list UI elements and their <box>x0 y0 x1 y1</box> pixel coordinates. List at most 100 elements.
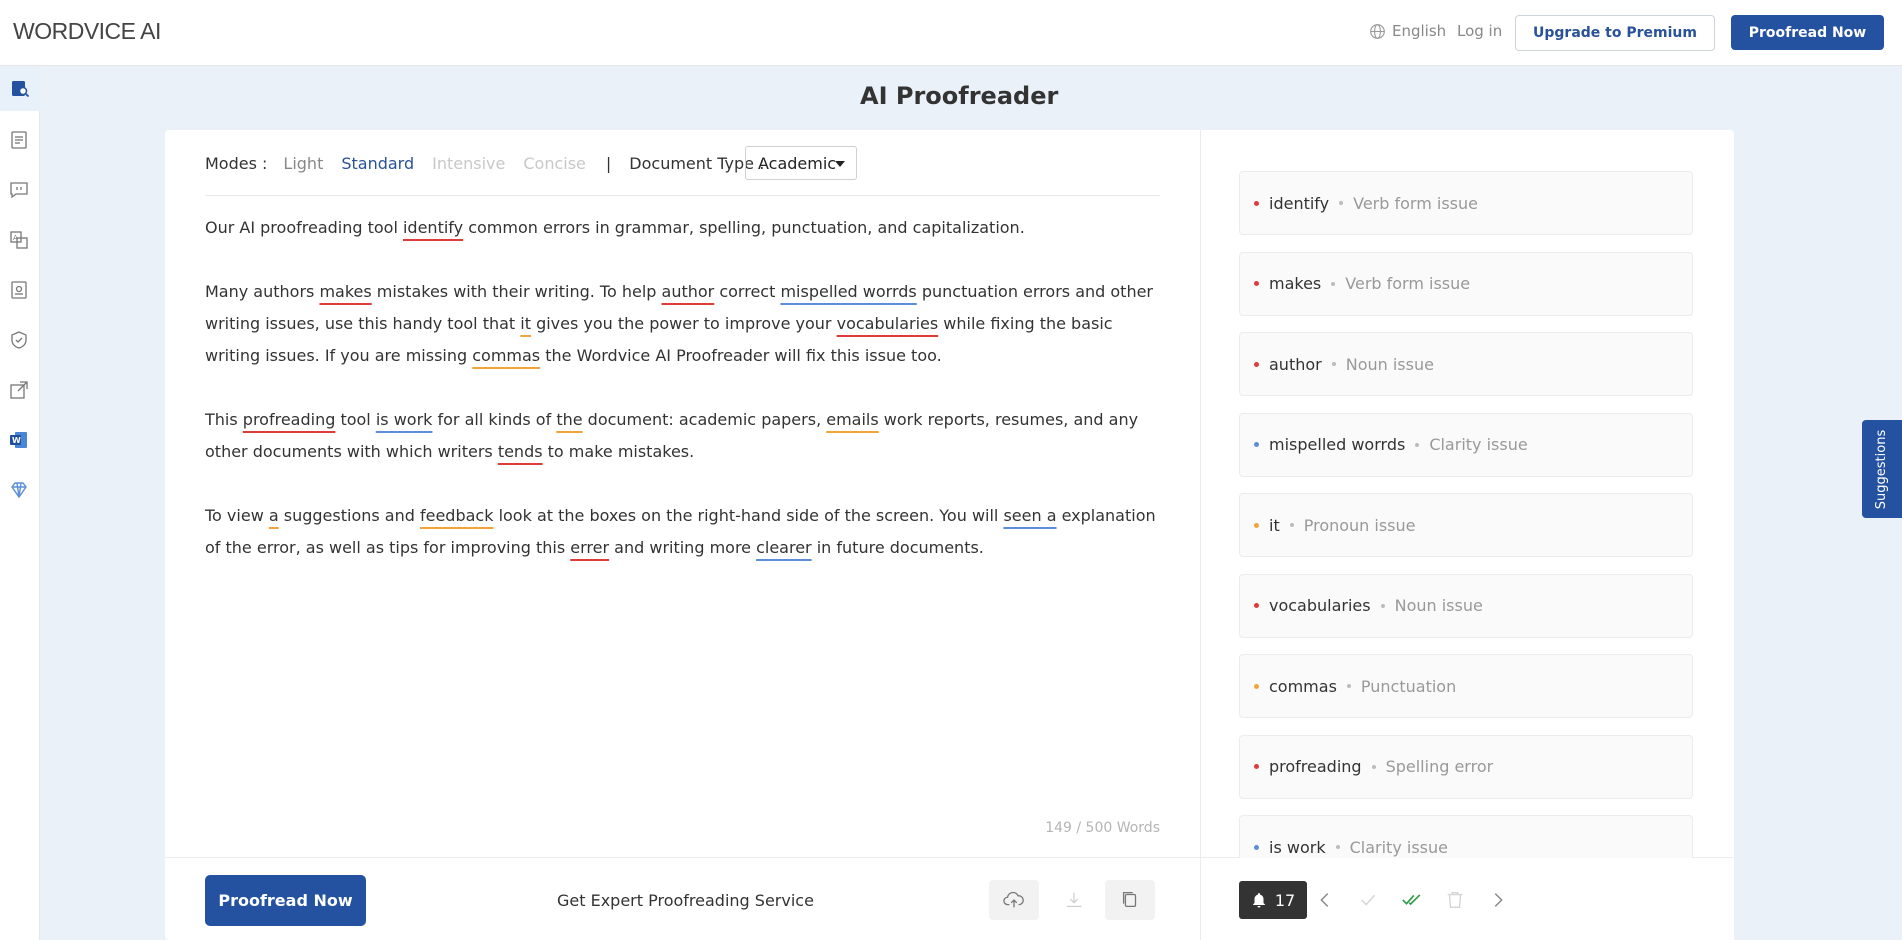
document-text[interactable]: Our AI proofreading tool identify common… <box>205 212 1160 596</box>
proofreader-icon[interactable] <box>0 67 40 111</box>
previous-button[interactable] <box>1312 887 1338 913</box>
document-paragraph[interactable]: To view a suggestions and feedback look … <box>205 500 1160 564</box>
text-segment: look at the boxes on the right-hand side… <box>493 506 1004 525</box>
suggestion-word: author <box>1269 354 1322 374</box>
separator-dot-icon <box>1415 442 1420 447</box>
separator-dot-icon <box>1380 603 1385 608</box>
suggestion-word: vocabularies <box>1269 596 1371 615</box>
accept-button[interactable] <box>1355 887 1381 913</box>
bell-icon <box>1252 893 1265 908</box>
download-icon <box>1066 892 1082 908</box>
language-selector[interactable]: English <box>1369 22 1446 40</box>
mode-concise[interactable]: Concise <box>523 154 586 173</box>
severity-dot-icon <box>1254 844 1259 850</box>
text-segment: the Wordvice AI Proofreader will fix thi… <box>540 346 942 365</box>
suggestion-word: identify <box>1269 193 1330 213</box>
text-segment: to make mistakes. <box>542 442 695 461</box>
separator-dot-icon <box>1289 523 1294 527</box>
suggestion-card[interactable]: identify Verb form issue <box>1239 171 1693 235</box>
document-type-value: Academic <box>758 153 837 173</box>
issue-count-badge[interactable]: 17 <box>1239 881 1307 919</box>
text-segment: correct <box>714 282 781 301</box>
chevron-right-icon <box>1494 893 1503 907</box>
left-sidebar: A W <box>0 67 40 940</box>
text-segment: tool <box>335 410 376 429</box>
flagged-word[interactable]: errer <box>570 538 609 557</box>
document-check-icon[interactable] <box>8 279 30 301</box>
delete-button[interactable] <box>1442 887 1468 913</box>
next-button[interactable] <box>1485 887 1511 913</box>
suggestion-card[interactable]: author Noun issue <box>1239 332 1693 396</box>
suggestions-tab[interactable]: Suggestions <box>1862 420 1902 518</box>
upgrade-button[interactable]: Upgrade to Premium <box>1515 15 1715 51</box>
flagged-word[interactable]: emails <box>826 410 878 429</box>
download-button[interactable] <box>1049 880 1099 920</box>
flagged-word[interactable]: profreading <box>243 410 336 429</box>
suggestion-card[interactable]: profreading Spelling error <box>1239 734 1693 799</box>
chat-quote-icon[interactable] <box>8 179 30 201</box>
flagged-word[interactable]: vocabularies <box>837 314 939 333</box>
language-label: English <box>1392 22 1447 40</box>
flagged-word[interactable]: makes <box>319 282 371 301</box>
suggestion-type: Spelling error <box>1385 757 1494 776</box>
flagged-word[interactable]: it <box>520 314 531 333</box>
flagged-word[interactable]: mispelled worrds <box>780 282 916 301</box>
suggestion-type: Pronoun issue <box>1303 515 1416 535</box>
mode-intensive[interactable]: Intensive <box>432 154 505 173</box>
flagged-word[interactable]: identify <box>403 218 463 237</box>
translate-icon[interactable]: A <box>8 229 30 251</box>
diamond-icon[interactable] <box>8 479 30 501</box>
upload-button[interactable] <box>989 880 1039 920</box>
copy-icon <box>1122 892 1137 908</box>
document-icon[interactable] <box>8 129 30 151</box>
cloud-upload-icon <box>1003 891 1024 908</box>
suggestion-card[interactable]: it Pronoun issue <box>1239 493 1693 557</box>
issue-count: 17 <box>1274 890 1296 910</box>
text-segment: Many authors <box>205 282 320 301</box>
text-segment: document: academic papers, <box>582 410 827 429</box>
flagged-word[interactable]: is work <box>376 410 433 429</box>
proofread-now-header-button[interactable]: Proofread Now <box>1731 15 1884 50</box>
top-header: WORDVICE AI English Log in Upgrade to Pr… <box>0 0 1902 66</box>
suggestion-word: commas <box>1269 676 1337 696</box>
document-paragraph[interactable]: Many authors makes mistakes with their w… <box>205 276 1160 372</box>
flagged-word[interactable]: seen a <box>1003 506 1056 525</box>
external-link-icon[interactable] <box>8 379 30 401</box>
suggestion-card[interactable]: commas Punctuation <box>1239 654 1693 718</box>
caret-down-icon <box>835 161 845 167</box>
suggestion-card[interactable]: vocabularies Noun issue <box>1239 573 1693 638</box>
text-segment: and writing more <box>609 538 757 557</box>
suggestion-word: is work <box>1269 837 1326 857</box>
mode-standard[interactable]: Standard <box>341 154 414 173</box>
flagged-word[interactable]: commas <box>472 346 540 365</box>
flagged-word[interactable]: feedback <box>420 506 494 525</box>
flagged-word[interactable]: clearer <box>756 538 812 557</box>
logo[interactable]: WORDVICE AI <box>13 18 161 45</box>
flagged-word[interactable]: the <box>556 410 582 429</box>
document-paragraph[interactable]: This profreading tool is work for all ki… <box>205 404 1160 468</box>
proofread-now-button[interactable]: Proofread Now <box>205 875 366 926</box>
expert-proofreading-link[interactable]: Get Expert Proofreading Service <box>557 891 814 910</box>
severity-dot-icon <box>1254 522 1259 528</box>
suggestion-card[interactable]: mispelled worrds Clarity issue <box>1239 412 1693 477</box>
word-count: 149 / 500 Words <box>1045 820 1160 836</box>
flagged-word[interactable]: tends <box>498 442 543 461</box>
severity-dot-icon <box>1254 281 1259 286</box>
separator-dot-icon <box>1371 764 1376 769</box>
suggestion-card[interactable]: makes Verb form issue <box>1239 251 1693 316</box>
flagged-word[interactable]: a <box>269 506 279 525</box>
severity-dot-icon <box>1254 442 1259 447</box>
text-segment: in future documents. <box>811 538 984 557</box>
copy-button[interactable] <box>1105 880 1155 920</box>
shield-icon[interactable] <box>8 329 30 351</box>
mode-light[interactable]: Light <box>283 154 323 173</box>
word-icon[interactable]: W <box>8 429 30 451</box>
modes-bar: Modes : Light Standard Intensive Concise… <box>205 150 780 176</box>
login-link[interactable]: Log in <box>1457 22 1502 40</box>
flagged-word[interactable]: author <box>662 282 715 301</box>
document-type-select[interactable]: Academic <box>745 146 857 180</box>
text-segment: common errors in grammar, spelling, punc… <box>463 218 1025 237</box>
accept-all-button[interactable] <box>1399 887 1425 913</box>
suggestion-type: Noun issue <box>1345 354 1434 374</box>
document-paragraph[interactable]: Our AI proofreading tool identify common… <box>205 212 1160 244</box>
